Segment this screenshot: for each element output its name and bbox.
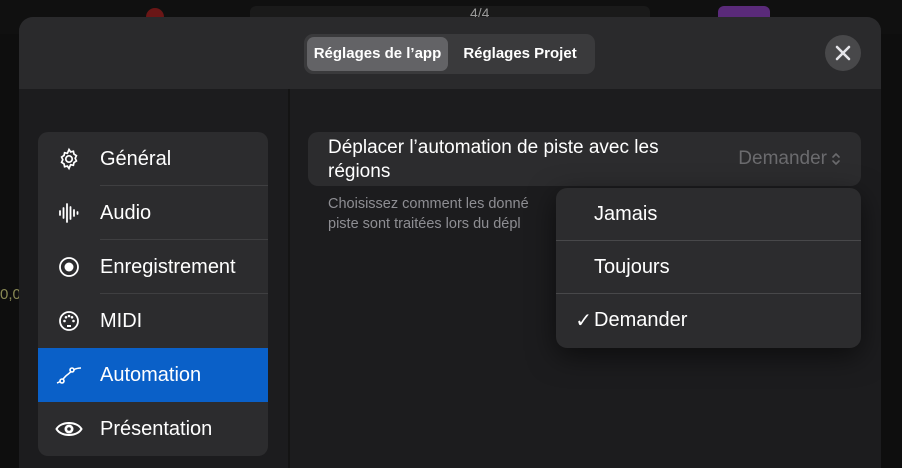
pane-divider xyxy=(288,89,290,468)
settings-scope-segmented-control: Réglages de l’app Réglages Projet xyxy=(304,34,595,74)
background-right-edge xyxy=(880,34,902,468)
close-button[interactable] xyxy=(825,35,861,71)
menu-option-label: Demander xyxy=(594,309,688,331)
setting-label: Déplacer l’automation de piste avec les … xyxy=(328,137,659,182)
menu-option-ask[interactable]: ✓ Demander xyxy=(556,294,861,347)
setting-value-label: Demander xyxy=(738,148,827,169)
sidebar-item-label: Automation xyxy=(100,363,202,386)
background-left-edge: 0,0 xyxy=(0,34,21,468)
sidebar-item-label: Enregistrement xyxy=(100,255,236,278)
settings-modal: Réglages de l’app Réglages Projet Généra… xyxy=(19,17,881,468)
sidebar-item-general[interactable]: Général xyxy=(38,132,268,186)
eye-icon xyxy=(38,402,100,456)
sidebar-item-label: MIDI xyxy=(100,309,143,332)
background-edge-text: 0,0 xyxy=(0,286,21,303)
setting-description: Choisissez comment les donné piste sont … xyxy=(328,194,578,234)
checkmark-icon: ✓ xyxy=(575,310,592,332)
setting-description-line: piste sont traitées lors du dépl xyxy=(328,216,521,232)
menu-option-always[interactable]: Toujours xyxy=(556,241,861,294)
sidebar-item-label: Présentation xyxy=(100,417,213,440)
sidebar-item-presentation[interactable]: Présentation xyxy=(38,402,268,456)
menu-option-never[interactable]: Jamais xyxy=(556,188,861,241)
automation-curve-icon xyxy=(38,348,100,402)
sidebar-item-label: Général xyxy=(100,147,172,170)
settings-sidebar: Général Audio Enregistrement MIDI Automa… xyxy=(38,132,268,456)
sidebar-item-automation[interactable]: Automation xyxy=(38,348,268,402)
xmark-icon xyxy=(835,45,851,61)
modal-header: Réglages de l’app Réglages Projet xyxy=(19,17,881,89)
midi-connector-icon xyxy=(38,294,100,348)
tab-project-settings[interactable]: Réglages Projet xyxy=(448,37,592,71)
sidebar-item-midi[interactable]: MIDI xyxy=(38,294,268,348)
setting-value-popup[interactable]: Demander xyxy=(738,148,841,170)
setting-description-line: Choisissez comment les donné xyxy=(328,196,529,212)
tab-app-settings[interactable]: Réglages de l’app xyxy=(307,37,448,71)
value-popup-menu: Jamais Toujours ✓ Demander xyxy=(556,188,861,348)
menu-option-label: Jamais xyxy=(594,203,658,225)
setting-row-move-automation[interactable]: Déplacer l’automation de piste avec les … xyxy=(308,132,861,186)
menu-option-label: Toujours xyxy=(594,256,670,278)
waveform-icon xyxy=(38,186,100,240)
sidebar-item-label: Audio xyxy=(100,201,152,224)
gear-icon xyxy=(38,132,100,186)
sidebar-item-audio[interactable]: Audio xyxy=(38,186,268,240)
sidebar-item-recording[interactable]: Enregistrement xyxy=(38,240,268,294)
chevron-up-down-icon xyxy=(831,151,841,167)
record-circle-icon xyxy=(38,240,100,294)
